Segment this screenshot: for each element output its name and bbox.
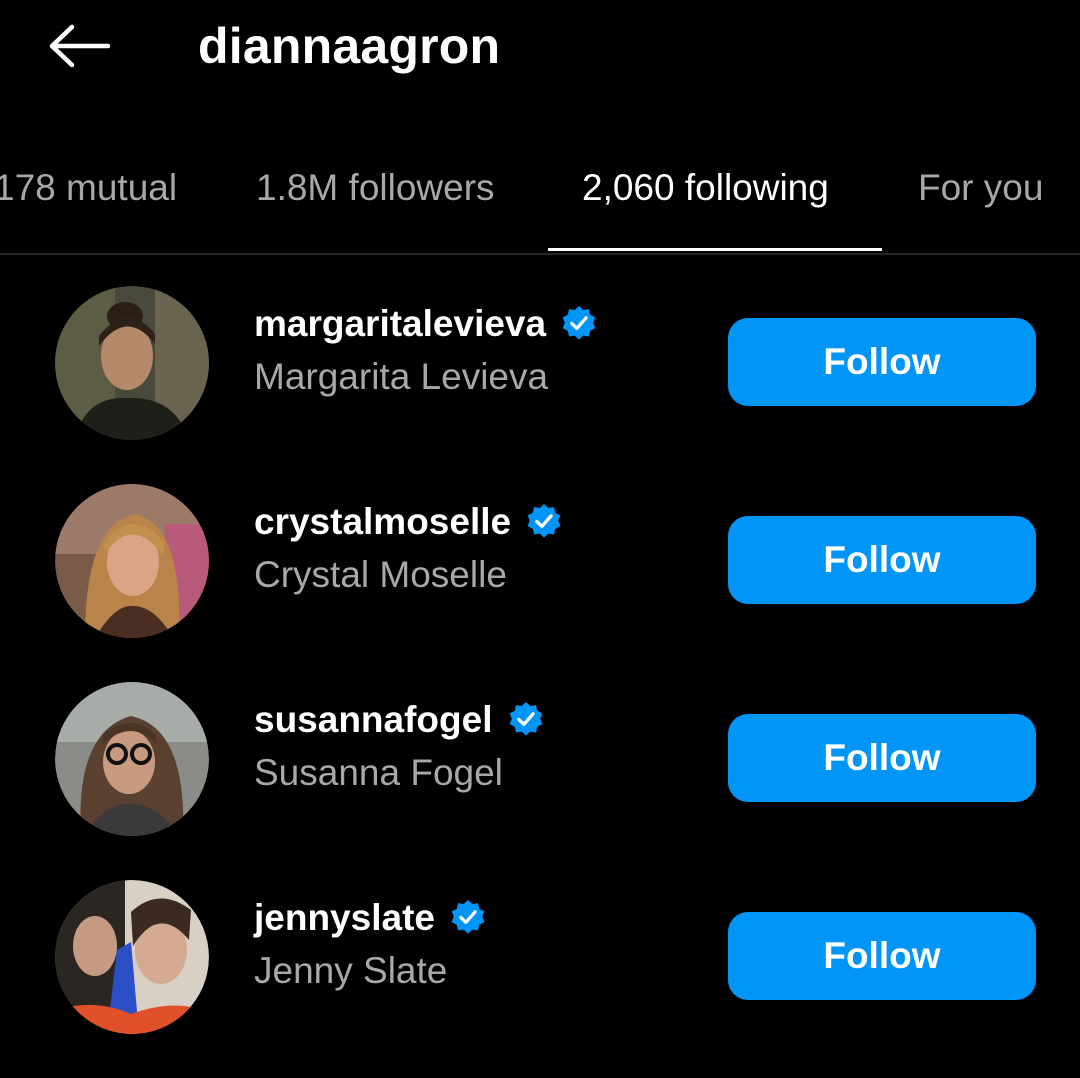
verified-badge-icon <box>562 305 596 340</box>
follow-button[interactable]: Follow <box>728 516 1036 604</box>
back-button[interactable] <box>40 16 116 76</box>
follow-button[interactable]: Follow <box>728 912 1036 1000</box>
tab-following[interactable]: 2,060 following <box>582 164 829 212</box>
avatar[interactable] <box>55 880 209 1034</box>
arrow-left-icon <box>49 24 110 68</box>
follow-button[interactable]: Follow <box>728 318 1036 406</box>
display-name: Crystal Moselle <box>254 554 507 595</box>
tab-mutual[interactable]: 178 mutual <box>0 164 177 212</box>
verified-badge-icon <box>509 701 542 736</box>
display-name: Jenny Slate <box>254 950 448 991</box>
display-name: Susanna Fogel <box>254 752 503 793</box>
tabs-divider <box>0 253 1080 255</box>
username[interactable]: susannafogel <box>254 692 493 748</box>
list-item: jennyslate Jenny Slate Follow <box>0 880 1080 1078</box>
username[interactable]: jennyslate <box>254 890 435 946</box>
list-item: margaritalevieva Margarita Levieva Follo… <box>0 286 1080 484</box>
top-bar: diannaagron <box>0 0 1080 100</box>
username[interactable]: crystalmoselle <box>254 494 511 550</box>
list-item: susannafogel Susanna Fogel Follow <box>0 682 1080 880</box>
active-tab-indicator <box>548 248 882 251</box>
avatar[interactable] <box>55 286 209 440</box>
username[interactable]: margaritalevieva <box>254 296 546 352</box>
verified-badge-icon <box>527 503 561 538</box>
follow-button[interactable]: Follow <box>728 714 1036 802</box>
page-title: diannaagron <box>198 18 501 74</box>
verified-badge-icon <box>451 899 485 934</box>
tab-bar: 178 mutual 1.8M followers 2,060 followin… <box>0 150 1080 254</box>
display-name: Margarita Levieva <box>254 356 549 397</box>
avatar[interactable] <box>55 484 209 638</box>
tab-for-you[interactable]: For you <box>918 164 1043 212</box>
list-item: crystalmoselle Crystal Moselle Follow <box>0 484 1080 682</box>
avatar[interactable] <box>55 682 209 836</box>
tab-followers[interactable]: 1.8M followers <box>256 164 495 212</box>
